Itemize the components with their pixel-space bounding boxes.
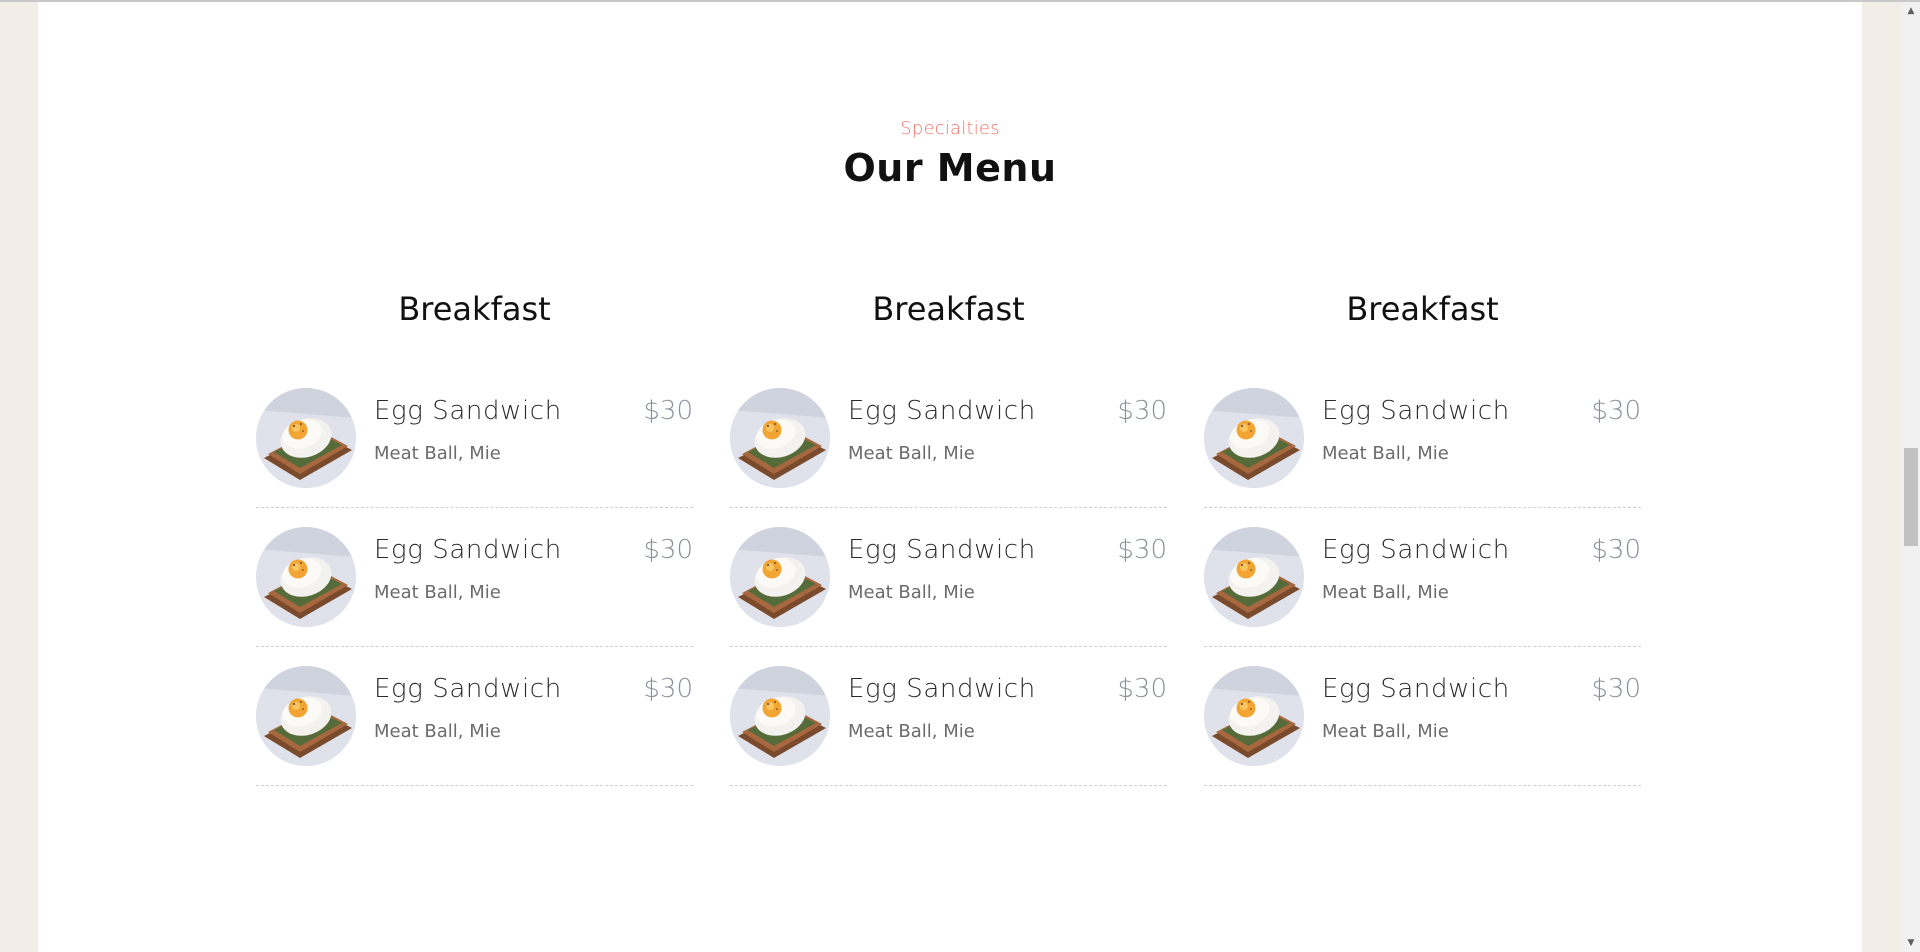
item-name: Egg Sandwich — [374, 674, 562, 704]
column-title: Breakfast — [872, 290, 1025, 328]
vertical-scrollbar[interactable]: ▲ ▼ — [1902, 2, 1920, 952]
column-title: Breakfast — [398, 290, 551, 328]
egg-sandwich-image — [256, 388, 356, 488]
egg-sandwich-image — [730, 666, 830, 766]
section-header: Specialties Our Menu — [38, 116, 1862, 190]
egg-sandwich-image — [730, 388, 830, 488]
menu-item[interactable]: Egg Sandwich $30 Meat Ball, Mie — [730, 388, 1167, 508]
menu-item[interactable]: Egg Sandwich $30 Meat Ball, Mie — [1204, 527, 1641, 647]
item-price: $30 — [1591, 396, 1641, 426]
chevron-down-icon[interactable]: ▼ — [1902, 936, 1920, 950]
menu-column: Breakfast Egg Sandwich $30 Meat Ball, Mi… — [256, 286, 693, 786]
item-name: Egg Sandwich — [1322, 535, 1510, 565]
egg-sandwich-image — [1204, 527, 1304, 627]
section-title: Our Menu — [843, 146, 1057, 190]
item-name: Egg Sandwich — [848, 535, 1036, 565]
item-price: $30 — [1591, 674, 1641, 704]
item-price: $30 — [643, 535, 693, 565]
item-description: Meat Ball, Mie — [1322, 443, 1449, 464]
item-name: Egg Sandwich — [848, 674, 1036, 704]
item-description: Meat Ball, Mie — [1322, 721, 1449, 742]
menu-item[interactable]: Egg Sandwich $30 Meat Ball, Mie — [730, 666, 1167, 786]
scrollbar-thumb[interactable] — [1904, 448, 1918, 546]
menu-item[interactable]: Egg Sandwich $30 Meat Ball, Mie — [256, 666, 693, 786]
item-price: $30 — [1117, 674, 1167, 704]
item-price: $30 — [1591, 535, 1641, 565]
item-description: Meat Ball, Mie — [374, 443, 501, 464]
item-price: $30 — [1117, 535, 1167, 565]
menu-item[interactable]: Egg Sandwich $30 Meat Ball, Mie — [1204, 666, 1641, 786]
chevron-up-icon[interactable]: ▲ — [1902, 4, 1920, 18]
egg-sandwich-image — [1204, 666, 1304, 766]
egg-sandwich-image — [256, 527, 356, 627]
menu-section: Specialties Our Menu Breakfast Egg Sandw… — [38, 2, 1862, 952]
menu-columns: Breakfast Egg Sandwich $30 Meat Ball, Mi… — [256, 286, 1676, 786]
item-description: Meat Ball, Mie — [374, 582, 501, 603]
item-price: $30 — [643, 674, 693, 704]
item-description: Meat Ball, Mie — [848, 721, 975, 742]
menu-column: Breakfast Egg Sandwich $30 Meat Ball, Mi… — [730, 286, 1167, 786]
menu-item[interactable]: Egg Sandwich $30 Meat Ball, Mie — [730, 527, 1167, 647]
item-price: $30 — [1117, 396, 1167, 426]
item-description: Meat Ball, Mie — [848, 443, 975, 464]
menu-column: Breakfast Egg Sandwich $30 Meat Ball, Mi… — [1204, 286, 1641, 786]
item-name: Egg Sandwich — [1322, 396, 1510, 426]
item-price: $30 — [643, 396, 693, 426]
item-name: Egg Sandwich — [374, 535, 562, 565]
menu-item[interactable]: Egg Sandwich $30 Meat Ball, Mie — [256, 388, 693, 508]
item-name: Egg Sandwich — [848, 396, 1036, 426]
menu-item[interactable]: Egg Sandwich $30 Meat Ball, Mie — [1204, 388, 1641, 508]
item-description: Meat Ball, Mie — [374, 721, 501, 742]
column-title: Breakfast — [1346, 290, 1499, 328]
item-description: Meat Ball, Mie — [1322, 582, 1449, 603]
section-subtitle: Specialties — [900, 118, 1000, 139]
item-name: Egg Sandwich — [1322, 674, 1510, 704]
item-name: Egg Sandwich — [374, 396, 562, 426]
menu-item[interactable]: Egg Sandwich $30 Meat Ball, Mie — [256, 527, 693, 647]
item-description: Meat Ball, Mie — [848, 582, 975, 603]
egg-sandwich-image — [730, 527, 830, 627]
egg-sandwich-image — [1204, 388, 1304, 488]
egg-sandwich-image — [256, 666, 356, 766]
